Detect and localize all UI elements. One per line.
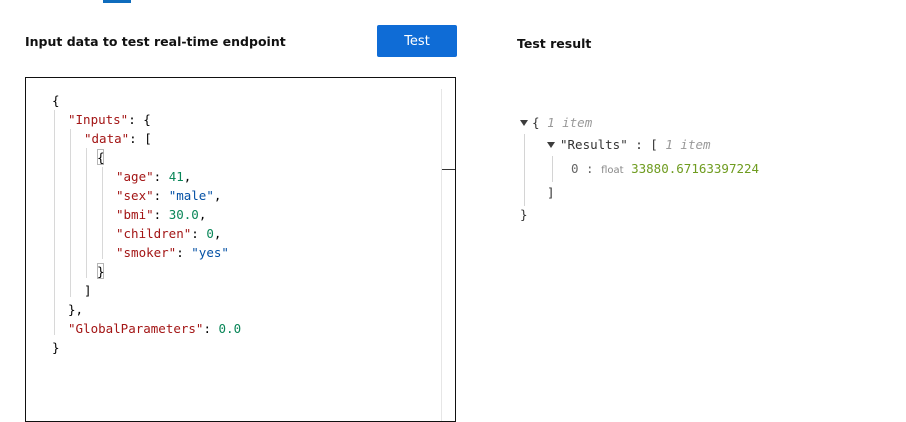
scrollbar-position-marker[interactable] bbox=[442, 169, 455, 170]
indent-guide bbox=[54, 110, 55, 335]
code-line: "smoker": "yes" bbox=[116, 243, 229, 262]
code-line: { bbox=[97, 148, 105, 167]
results-key: "Results" bbox=[560, 137, 628, 152]
code-line: "data": [ bbox=[84, 129, 152, 148]
collapse-root-caret[interactable] bbox=[520, 120, 528, 126]
code-token: "bmi" bbox=[116, 207, 154, 222]
code-token: 41 bbox=[168, 169, 184, 184]
result-panel-title: Test result bbox=[517, 36, 592, 51]
code-token: "age" bbox=[116, 169, 154, 184]
code-line: "Inputs": { bbox=[68, 110, 151, 129]
code-token: "yes" bbox=[191, 245, 229, 260]
root-close-brace: } bbox=[520, 207, 528, 222]
json-input-editor[interactable]: { "Inputs": { "data": [ { "age": 41, "se… bbox=[25, 77, 456, 422]
code-line: { bbox=[52, 91, 60, 110]
editor-scrollbar[interactable] bbox=[441, 89, 442, 421]
code-line: } bbox=[52, 338, 60, 357]
code-token: ] bbox=[84, 283, 92, 298]
code-token: "children" bbox=[116, 226, 192, 241]
result-item-line: 0 : float 33880.67163397224 bbox=[571, 160, 759, 180]
code-token: , bbox=[213, 226, 222, 241]
code-token: : [ bbox=[129, 131, 152, 146]
code-token: : bbox=[176, 245, 192, 260]
code-token: : { bbox=[128, 112, 151, 127]
code-line: } bbox=[97, 262, 105, 281]
active-tab-indicator bbox=[103, 0, 131, 3]
root-open-brace: { bbox=[532, 115, 540, 130]
code-token: { bbox=[52, 93, 60, 108]
code-token: "male" bbox=[168, 188, 214, 203]
code-token: "smoker" bbox=[116, 245, 177, 260]
collapse-results-caret[interactable] bbox=[547, 142, 555, 148]
code-token: "data" bbox=[84, 131, 130, 146]
code-token: : bbox=[153, 207, 169, 222]
code-token: { bbox=[97, 150, 105, 165]
code-token: : bbox=[153, 169, 169, 184]
code-token: "GlobalParameters" bbox=[68, 321, 204, 336]
code-line: "age": 41, bbox=[116, 167, 191, 186]
item-index: 0 : bbox=[571, 161, 594, 176]
code-token: } bbox=[97, 264, 105, 279]
root-close-line: } bbox=[520, 206, 528, 224]
code-token: 0 bbox=[206, 226, 214, 241]
code-token: }, bbox=[68, 302, 84, 317]
code-token: "Inputs" bbox=[68, 112, 129, 127]
test-button[interactable]: Test bbox=[377, 25, 457, 57]
result-indent-guide bbox=[524, 134, 525, 206]
code-token: : bbox=[203, 321, 219, 336]
code-line: "GlobalParameters": 0.0 bbox=[68, 319, 241, 338]
results-item-count: 1 item bbox=[665, 137, 711, 152]
results-close-line: ] bbox=[547, 184, 555, 202]
results-close-bracket: ] bbox=[547, 185, 555, 200]
result-results-line: "Results" : [ 1 item bbox=[560, 136, 711, 154]
item-type-badge: float bbox=[601, 165, 624, 176]
results-open-bracket: : [ bbox=[627, 137, 658, 152]
code-line: "children": 0, bbox=[116, 224, 221, 243]
code-token: , bbox=[198, 207, 207, 222]
indent-guide bbox=[70, 129, 71, 297]
indent-guide bbox=[86, 148, 87, 278]
root-item-count: 1 item bbox=[547, 115, 593, 130]
code-token: "sex" bbox=[116, 188, 154, 203]
result-root-line: { 1 item bbox=[532, 114, 592, 132]
code-token: 30.0 bbox=[168, 207, 199, 222]
code-line: }, bbox=[68, 300, 83, 319]
code-token: } bbox=[52, 340, 60, 355]
code-line: "bmi": 30.0, bbox=[116, 205, 206, 224]
code-token: : bbox=[153, 188, 169, 203]
indent-guide bbox=[102, 167, 103, 259]
code-token: , bbox=[213, 188, 222, 203]
code-token: , bbox=[183, 169, 192, 184]
code-line: "sex": "male", bbox=[116, 186, 221, 205]
item-value: 33880.67163397224 bbox=[631, 161, 760, 176]
input-panel-title: Input data to test real-time endpoint bbox=[25, 34, 286, 49]
code-line: ] bbox=[84, 281, 92, 300]
code-token: : bbox=[191, 226, 207, 241]
code-token: 0.0 bbox=[218, 321, 242, 336]
result-indent-guide bbox=[552, 156, 553, 182]
